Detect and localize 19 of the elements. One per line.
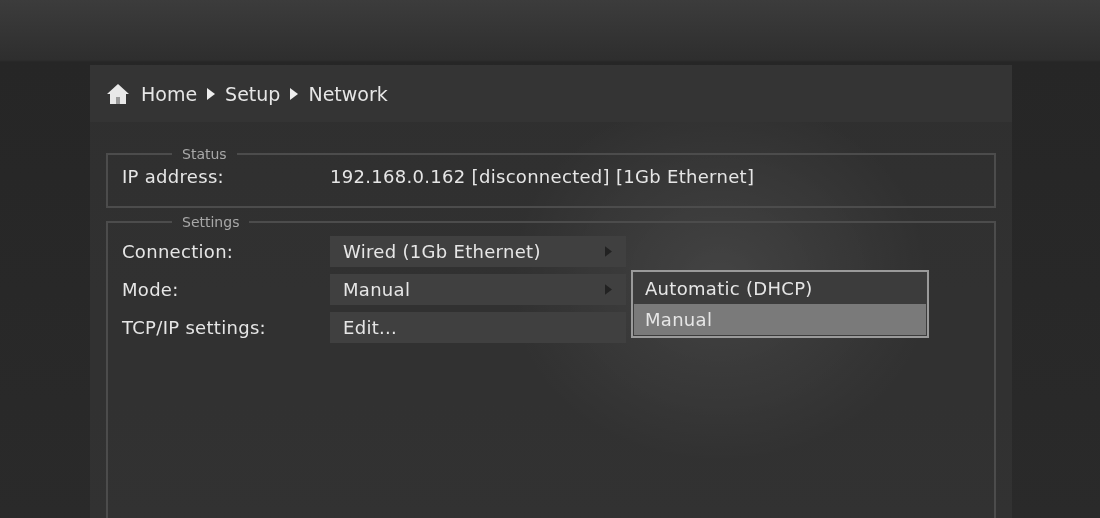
breadcrumb-item[interactable]: Home: [141, 82, 198, 105]
breadcrumb-item[interactable]: Setup: [225, 82, 281, 105]
field-value: 192.168.0.162 [disconnected] [1Gb Ethernet]: [330, 166, 755, 187]
field-label: IP address:: [122, 166, 225, 187]
arrow-icon: [290, 87, 299, 100]
arrow-icon: [605, 283, 612, 295]
breadcrumb-item[interactable]: Network: [308, 82, 388, 105]
arrow-icon: [207, 87, 216, 100]
setting-button[interactable]: Manual: [330, 273, 626, 305]
setting-button[interactable]: Wired (1Gb Ethernet): [330, 235, 626, 267]
setting-button[interactable]: Edit...: [330, 311, 626, 343]
arrow-icon: [605, 245, 612, 257]
field-label: Mode:: [122, 278, 180, 300]
house-icon: [106, 81, 130, 106]
field-label: Connection:: [122, 240, 235, 262]
menu-option[interactable]: Automatic (DHCP): [634, 272, 926, 304]
group-title: Settings: [181, 214, 241, 230]
group-title: Status: [181, 146, 228, 162]
field-label: TCP/IP settings:: [122, 316, 267, 338]
